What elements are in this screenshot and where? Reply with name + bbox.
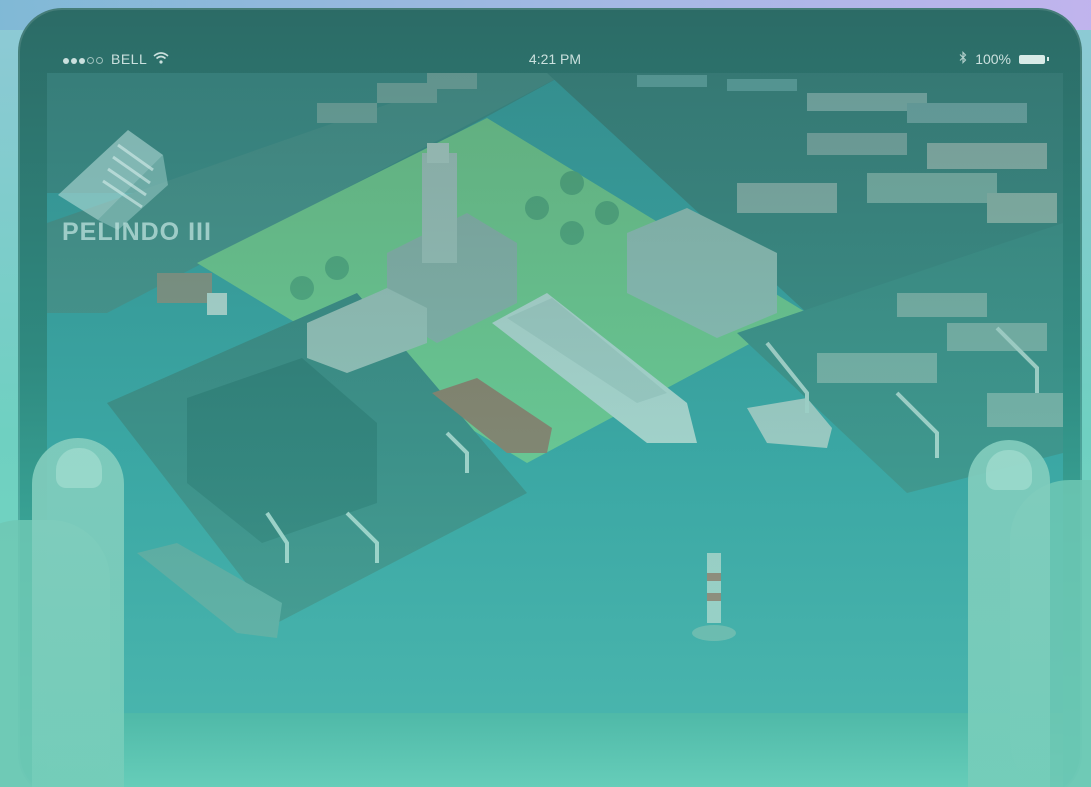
right-thumbnail [986, 450, 1032, 490]
app-background: BELL 4:21 PM 100% PELINDO III [0, 0, 1091, 787]
tablet-bottom-bezel [47, 713, 1063, 787]
status-bar: BELL 4:21 PM 100% [47, 46, 1063, 73]
status-bar-right: 100% [959, 51, 1049, 67]
bluetooth-icon [959, 51, 967, 67]
left-thumb [32, 438, 124, 787]
right-thumb [968, 440, 1050, 787]
logo-text: PELINDO III [62, 218, 212, 246]
status-time: 4:21 PM [528, 51, 582, 67]
battery-percentage: 100% [975, 51, 1011, 67]
battery-icon [1019, 54, 1049, 64]
left-thumbnail [56, 448, 102, 488]
